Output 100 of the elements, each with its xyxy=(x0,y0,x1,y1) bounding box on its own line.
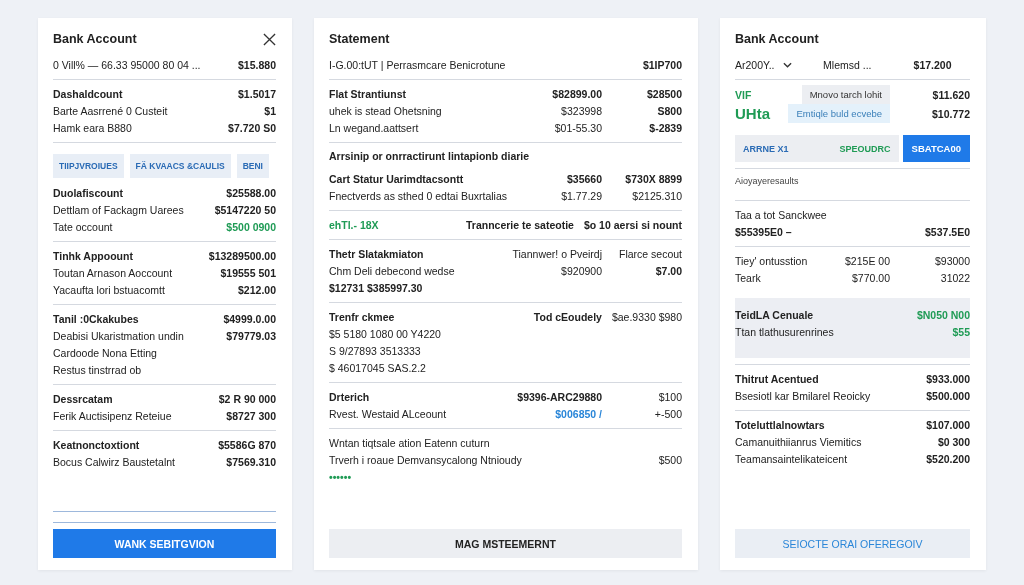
row-label: VIF xyxy=(735,88,753,101)
row-value: $9396-ARC29880 xyxy=(517,390,602,403)
row-value: $82899.00 xyxy=(551,87,602,100)
row-label: Flat Strantiunst xyxy=(329,87,407,100)
row-label: Teark xyxy=(735,271,762,284)
search-field[interactable]: ARRNE X1 SPEOUDRC xyxy=(735,135,899,162)
row-label: TeidLA Cenuale xyxy=(735,308,815,321)
row-label: uhek is stead Ohetsning xyxy=(329,104,443,117)
row-value: $006850 / xyxy=(554,407,602,420)
row-label: I-G.00:tUT | Perrasmcare Benicrotune xyxy=(329,58,507,71)
section-heading: Aioyayeresaults xyxy=(735,176,800,186)
row-value: $500 0900 xyxy=(226,220,276,233)
row-value: $35660 xyxy=(565,172,602,185)
row-label: Hamk eara B880 xyxy=(53,121,133,134)
row-label: Tiey' ontusstion xyxy=(735,254,809,267)
row-value: $55 xyxy=(951,325,970,338)
row-label: Drterich xyxy=(329,390,371,403)
row-value: $920900 xyxy=(560,264,602,277)
row-label: Barte Aasrrené 0 Custeit xyxy=(53,104,169,117)
row-label: Keatnonctoxtiont xyxy=(53,438,141,451)
row-value: Mlemsd ... xyxy=(822,58,872,71)
row-label: Fnectverds as sthed 0 edtai Buxrtalias xyxy=(329,189,508,202)
row-label: $12731 $385997.30 xyxy=(329,281,424,294)
row-label: Bsesiotl kar Bmilarel Reoicky xyxy=(735,389,872,402)
search-button[interactable]: SBATCA00 xyxy=(902,135,970,162)
row-label: Dessrcatam xyxy=(53,392,114,405)
row-label: Teamansaintelikateicent xyxy=(735,452,849,465)
row-value: $5586G 870 xyxy=(218,438,276,451)
row-value: $2 R 90 000 xyxy=(218,392,276,405)
row-value: $N050 N00 xyxy=(915,308,970,321)
row-value: $215E 00 xyxy=(844,254,890,267)
row-label: Toteluttlalnowtars xyxy=(735,418,826,431)
row-value: $0 300 xyxy=(936,435,970,448)
row-label: UHta xyxy=(735,105,771,122)
row-value: $79779.03 xyxy=(226,329,276,342)
row-value: $4999.0.00 xyxy=(223,312,276,325)
row-value: $7.720 S0 xyxy=(228,121,276,134)
row-value: $11.620 xyxy=(931,88,970,101)
row-label: Thetr Slatakmiaton xyxy=(329,247,425,260)
row-value: $28500 xyxy=(645,87,682,100)
row-value: +-500 xyxy=(653,407,682,420)
row-label: Yacaufta lori bstuacomtt xyxy=(53,283,166,296)
row-label: ehTl.- 18X xyxy=(329,218,380,231)
section-heading: Arrsinip or onrractirunt lintapionb diarie xyxy=(329,150,531,162)
row-value: $323998 xyxy=(560,104,602,117)
row-value: $1 xyxy=(264,104,276,117)
row-label: Dashaldcount xyxy=(53,87,124,100)
chevron-down-icon xyxy=(782,61,792,68)
row-label: Thitrut Acentued xyxy=(735,372,820,385)
row-label: Cardoode Nona Etting xyxy=(53,346,158,359)
row-label: Ln wegand.aattsert xyxy=(329,121,420,134)
action-button[interactable]: MAG MSTEEMERNT xyxy=(329,529,682,558)
tag-label: Mnovo tarch lohit xyxy=(801,85,890,104)
card-title: Bank Account xyxy=(53,32,137,46)
row-value: $1.77.29 xyxy=(560,189,602,202)
close-icon[interactable] xyxy=(263,32,276,46)
card-title: Statement xyxy=(329,32,390,46)
row-value: $212.00 xyxy=(238,283,276,296)
row-value: $520.200 xyxy=(925,452,970,465)
row-label: Trenfr ckmee xyxy=(329,310,396,323)
row-value: $500 xyxy=(657,453,682,466)
row-value: $2125.310 xyxy=(631,189,682,202)
account-dropdown[interactable]: Ar200Y.. xyxy=(735,58,792,71)
filter-chip[interactable]: TIIPJVROIUES xyxy=(53,154,124,178)
row-label: Cart Statur Uarimdtacsontt xyxy=(329,172,465,185)
row-label: Rvest. Westaid ALceount xyxy=(329,407,448,420)
row-label: Ttan tlathusurenrines xyxy=(735,325,835,338)
row-value: $17.200 xyxy=(912,58,952,71)
row-label: Wntan tiqtsale ation Eatenn cuturn xyxy=(329,436,491,449)
action-button[interactable]: SEIOCTE ORAI OFEREGOIV xyxy=(735,529,970,558)
row-label: $5 5180 1080 00 Y4220 xyxy=(329,327,442,340)
row-value: Tod cEoudely xyxy=(532,310,602,323)
card-title: Bank Account xyxy=(735,32,819,46)
row-value: $7569.310 xyxy=(226,455,276,468)
row-value: $100 xyxy=(657,390,682,403)
row-value: $93000 xyxy=(933,254,970,267)
row-value: $1IP700 xyxy=(641,58,682,71)
row-label: Bocus Calwirz Baustetalnt xyxy=(53,455,176,468)
row-label: Camanuithiianrus Viemitics xyxy=(735,435,863,448)
row-value: $107.000 xyxy=(925,418,970,431)
row-value: $13289500.00 xyxy=(208,249,276,262)
row-value: $537.5E0 xyxy=(924,225,970,238)
row-value: $01-55.30 xyxy=(553,121,602,134)
row-label: Duolafiscount xyxy=(53,186,124,199)
row-label: Restus tinstrrad ob xyxy=(53,363,143,376)
row-value: $19555 501 xyxy=(220,266,276,279)
row-label: Deabisi Ukaristmation undin xyxy=(53,329,185,342)
row-label: Tate occount xyxy=(53,220,114,233)
row-value: $8727 300 xyxy=(226,409,276,422)
row-value: $o 10 aersi si nount xyxy=(583,218,682,231)
row-value: $1.5017 xyxy=(238,87,276,100)
filter-chip[interactable]: BENI xyxy=(236,154,269,178)
row-value: 31022 xyxy=(939,271,970,284)
row-label: S 9/27893 3513333 xyxy=(329,344,422,357)
filter-chip[interactable]: FÄ KVAACS &CAULIS xyxy=(129,154,231,178)
row-value: $730X 8899 xyxy=(624,172,682,185)
row-label: $55395E0 – xyxy=(735,225,793,238)
row-label: Toutan Arnason Aoccount xyxy=(53,266,174,279)
tag-label: Emtiqle buld ecvebe xyxy=(788,104,890,123)
action-button[interactable]: WANK SEBITGVION xyxy=(53,529,276,558)
